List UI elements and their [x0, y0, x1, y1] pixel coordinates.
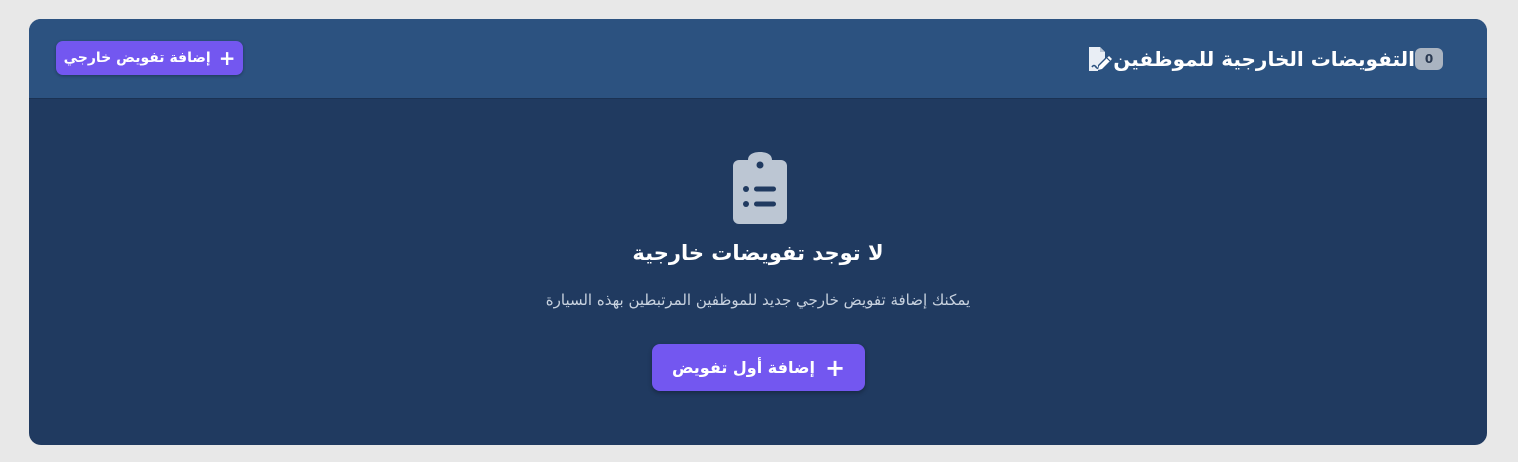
clipboard-list-icon [733, 152, 787, 224]
external-authorizations-card: التفويضات الخارجية للموظفين 0 + إضافة تف… [29, 19, 1487, 445]
empty-state-subtitle: يمكنك إضافة تفويض خارجي جديد للموظفين ال… [545, 291, 971, 309]
count-badge: 0 [1415, 48, 1443, 70]
add-first-authorization-button[interactable]: + إضافة أول تفويض [652, 344, 865, 391]
add-external-authorization-button[interactable]: + إضافة تفويض خارجي [56, 41, 243, 75]
file-signature-icon [1089, 47, 1113, 71]
card-title-group: التفويضات الخارجية للموظفين 0 [1071, 43, 1453, 75]
card-title: التفويضات الخارجية للموظفين [1113, 47, 1415, 71]
add-external-authorization-label: إضافة تفويض خارجي [63, 50, 211, 66]
plus-icon: + [218, 46, 236, 70]
empty-state-title: لا توجد تفويضات خارجية [632, 241, 884, 265]
card-header: التفويضات الخارجية للموظفين 0 + إضافة تف… [29, 19, 1487, 99]
add-first-authorization-label: إضافة أول تفويض [671, 358, 815, 377]
plus-icon: + [824, 353, 846, 382]
